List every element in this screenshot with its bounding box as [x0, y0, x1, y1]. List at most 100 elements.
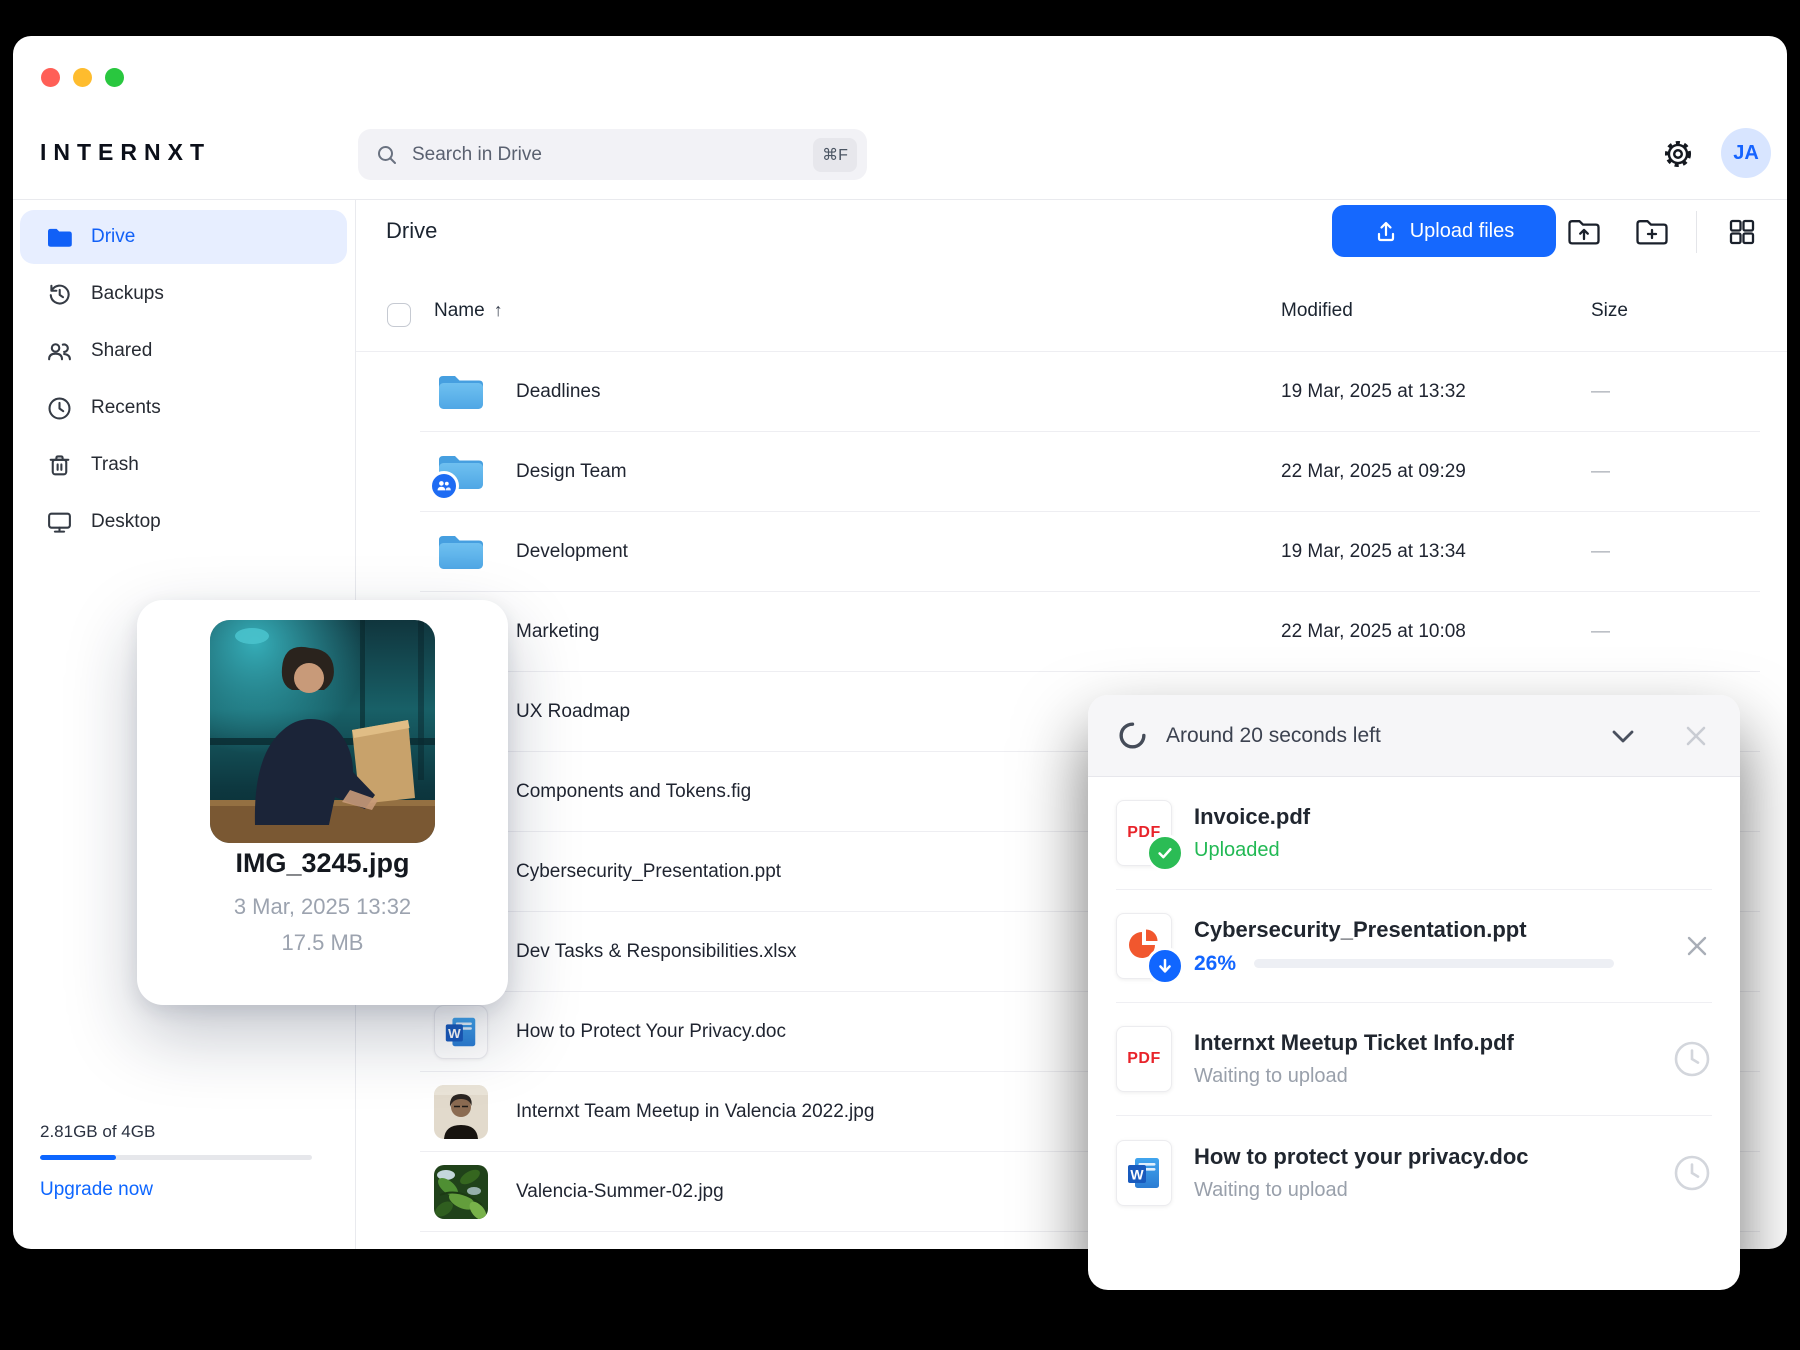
sidebar-item-shared[interactable]: Shared: [20, 324, 347, 378]
upload-item-action: [1672, 1039, 1712, 1079]
sidebar-item-label: Desktop: [91, 511, 161, 532]
upload-panel-header: Around 20 seconds left: [1088, 695, 1740, 777]
sidebar-item-label: Shared: [91, 340, 153, 361]
file-name: Development: [516, 541, 628, 562]
upload-time-remaining: Around 20 seconds left: [1166, 723, 1381, 747]
storage-usage-label: 2.81GB of 4GB: [40, 1122, 156, 1141]
search-icon: [378, 145, 396, 164]
settings-button[interactable]: [1659, 135, 1697, 173]
upload-item-status: Uploaded: [1194, 839, 1280, 861]
waiting-clock-icon: [1674, 1155, 1710, 1190]
folder-icon: [435, 530, 487, 574]
select-all-checkbox[interactable]: [387, 303, 411, 327]
upload-items-list: PDF Invoice.pdf Uploaded Cybersecurity_P…: [1088, 777, 1740, 1290]
page-title: Drive: [386, 218, 438, 243]
close-panel-button[interactable]: [1680, 720, 1712, 752]
file-row-icon: W: [434, 1005, 488, 1059]
column-modified: Modified: [1281, 300, 1353, 321]
upload-folder-button[interactable]: [1561, 209, 1607, 255]
file-row-icon: [434, 525, 488, 579]
recents-icon: [47, 396, 71, 420]
storage-progress-fill: [40, 1155, 117, 1160]
preview-date: 3 Mar, 2025 13:32: [233, 894, 412, 919]
search-bar[interactable]: ⌘F: [358, 129, 867, 180]
svg-text:W: W: [1130, 1166, 1144, 1182]
screen: INTERNXT ⌘F JA Drive: [0, 0, 1800, 1350]
upload-item-action: [1672, 1153, 1712, 1193]
upload-item: PDF Internxt Meetup Ticket Info.pdf Wait…: [1116, 1003, 1712, 1116]
sidebar-item-drive[interactable]: Drive: [20, 210, 347, 264]
upload-item-action[interactable]: [1682, 931, 1712, 961]
file-size: —: [1591, 621, 1610, 642]
avatar[interactable]: JA: [1721, 128, 1771, 178]
preview-thumbnail: [210, 620, 435, 843]
pdf-file-icon: PDF: [1116, 1026, 1172, 1092]
svg-text:W: W: [448, 1026, 461, 1041]
shared-icon: [47, 342, 71, 360]
close-window-button[interactable]: [41, 68, 60, 87]
file-row[interactable]: Design Team 22 Mar, 2025 at 09:29 —: [356, 432, 1787, 512]
uploading-arrow-badge: [1146, 947, 1184, 985]
toolbar-divider: [1696, 211, 1697, 253]
grid-view-icon: [1729, 219, 1755, 245]
file-name: How to Protect Your Privacy.doc: [516, 1021, 786, 1042]
file-name: Cybersecurity_Presentation.ppt: [516, 861, 782, 882]
file-row[interactable]: Development 19 Mar, 2025 at 13:34 —: [356, 512, 1787, 592]
search-input[interactable]: [410, 142, 813, 167]
shared-folder-icon: [429, 450, 487, 501]
folder-upload-icon: [1568, 220, 1600, 245]
file-row[interactable]: Marketing 22 Mar, 2025 at 10:08 —: [356, 592, 1787, 672]
close-icon: [1686, 726, 1706, 745]
file-size: —: [1591, 381, 1610, 402]
storage-widget: 2.81GB of 4GB Upgrade now: [40, 1122, 320, 1201]
sidebar-item-label: Drive: [91, 226, 136, 247]
file-row-icon: [429, 445, 488, 501]
sidebar-item-desktop[interactable]: Desktop: [20, 495, 347, 549]
file-preview-card: IMG_3245.jpg 3 Mar, 2025 13:32 17.5 MB: [137, 600, 508, 1005]
file-name: Components and Tokens.fig: [516, 781, 752, 802]
shared-members-badge: [429, 471, 459, 501]
word-file-icon: W: [434, 1005, 488, 1059]
cancel-upload-icon[interactable]: [1682, 931, 1712, 961]
grid-view-button[interactable]: [1719, 209, 1765, 255]
file-modified: 22 Mar, 2025 at 10:08: [1281, 621, 1466, 642]
search-shortcut-badge: ⌘F: [813, 137, 857, 172]
upgrade-link[interactable]: Upgrade now: [40, 1179, 153, 1201]
preview-size: 17.5 MB: [281, 930, 364, 955]
trash-icon: [49, 454, 69, 475]
zoom-window-button[interactable]: [105, 68, 124, 87]
file-name: Dev Tasks & Responsibilities.xlsx: [516, 941, 797, 962]
sidebar-item-trash[interactable]: Trash: [20, 438, 347, 492]
upload-icon: [1377, 221, 1394, 242]
table-header: Name ↑ Modified Size: [356, 300, 1787, 351]
storage-progress-track: [40, 1155, 312, 1160]
folder-icon: [435, 370, 487, 414]
backups-icon: [49, 284, 70, 304]
upload-progress-bar: [1254, 959, 1615, 968]
upload-item: PDF Invoice.pdf Uploaded: [1116, 777, 1712, 890]
collapse-panel-button[interactable]: [1606, 719, 1640, 753]
minimize-window-button[interactable]: [73, 68, 92, 87]
upload-files-button[interactable]: Upload files: [1332, 205, 1556, 257]
upload-item-status: Waiting to upload: [1194, 1178, 1348, 1201]
sort-ascending-icon[interactable]: ↑: [494, 300, 503, 320]
desktop-icon: [47, 512, 71, 533]
file-size: —: [1591, 461, 1610, 482]
file-row[interactable]: Deadlines 19 Mar, 2025 at 13:32 —: [356, 352, 1787, 432]
upload-item-name: Cybersecurity_Presentation.ppt: [1194, 916, 1527, 942]
gear-icon: [1664, 140, 1692, 168]
sidebar-item-backups[interactable]: Backups: [20, 267, 347, 321]
sidebar-nav: Drive Backups Shared Recents Trash Deskt…: [13, 210, 355, 549]
sidebar-item-recents[interactable]: Recents: [20, 381, 347, 435]
new-folder-button[interactable]: [1629, 209, 1675, 255]
upload-item: W How to protect your privacy.doc Waitin…: [1116, 1116, 1712, 1229]
file-modified: 19 Mar, 2025 at 13:34: [1281, 541, 1466, 562]
upload-item-name: How to protect your privacy.doc: [1194, 1143, 1529, 1169]
upload-item-status: Waiting to upload: [1194, 1065, 1348, 1087]
file-row-icon: [434, 1085, 488, 1139]
sidebar-item-label: Recents: [91, 397, 161, 418]
file-name: Valencia-Summer-02.jpg: [516, 1181, 724, 1202]
file-name: Marketing: [516, 621, 600, 642]
sidebar-item-label: Trash: [91, 454, 139, 475]
photo-thumbnail-leaves: [434, 1165, 488, 1219]
